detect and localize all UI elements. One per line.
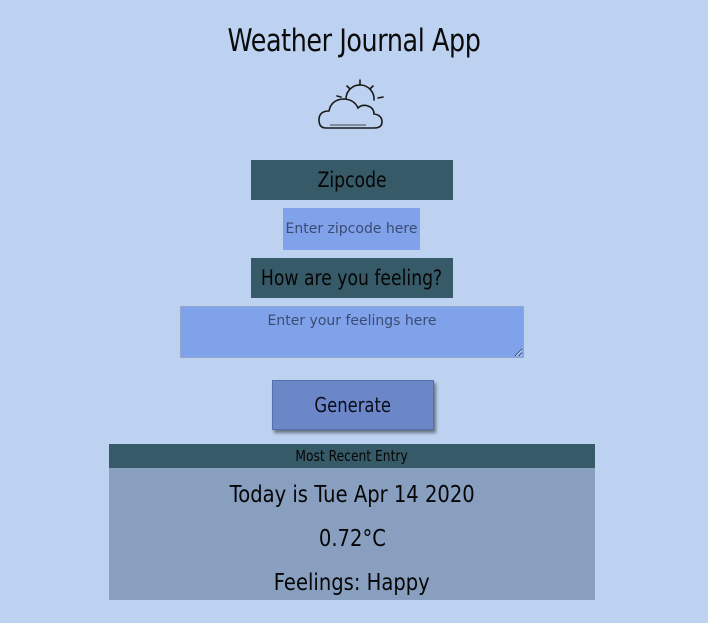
app-title: Weather Journal App	[227, 23, 481, 59]
entry-temp: 0.72°C	[109, 524, 595, 554]
feelings-label: How are you feeling?	[251, 258, 453, 298]
entry-content-text: Feelings: Happy	[274, 570, 430, 596]
zipcode-label: Zipcode	[251, 160, 453, 200]
entry-date: Today is Tue Apr 14 2020	[109, 480, 595, 510]
zipcode-label-text: Zipcode	[317, 168, 387, 192]
generate-button[interactable]: Generate	[272, 380, 434, 430]
entry-header: Most Recent Entry	[109, 444, 595, 468]
entry-holder: Today is Tue Apr 14 2020 0.72°C Feelings…	[109, 468, 595, 600]
partly-cloudy-icon	[318, 79, 384, 129]
feelings-input[interactable]	[180, 306, 524, 358]
zipcode-input[interactable]	[283, 208, 420, 250]
entry-date-text: Today is Tue Apr 14 2020	[229, 482, 475, 508]
entry-content: Feelings: Happy	[109, 568, 595, 598]
generate-button-label: Generate	[314, 393, 392, 417]
feelings-label-text: How are you feeling?	[261, 266, 443, 290]
entry-header-text: Most Recent Entry	[295, 447, 409, 465]
entry-temp-text: 0.72°C	[318, 526, 386, 552]
